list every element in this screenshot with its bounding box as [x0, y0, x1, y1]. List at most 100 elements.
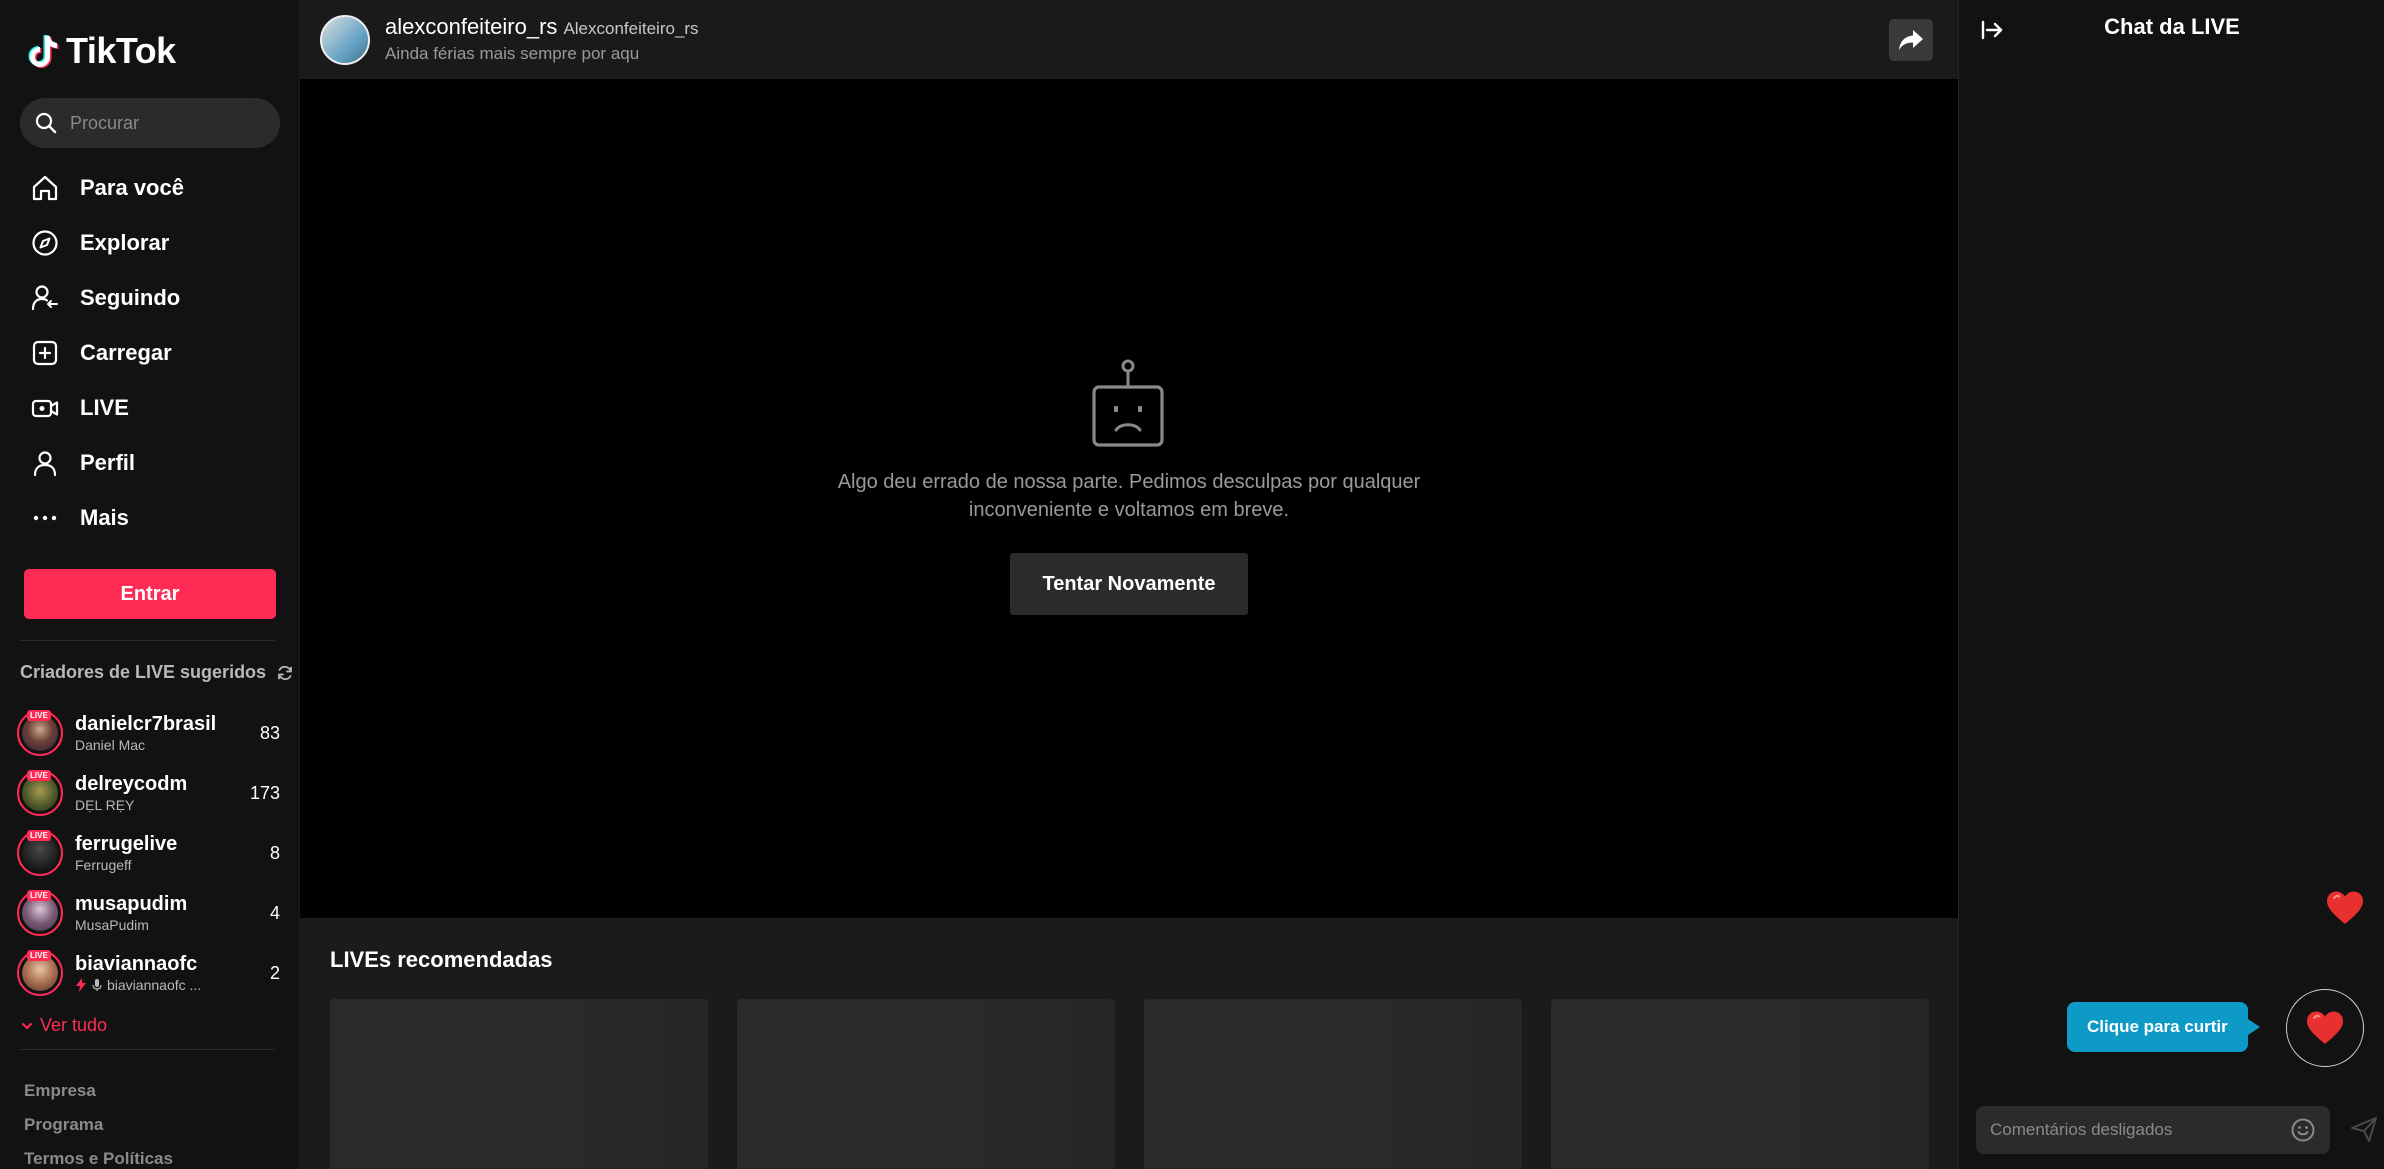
host-username: alexconfeiteiro_rs: [385, 14, 558, 39]
left-sidebar: TikTok Para você Explorar Seguindo: [0, 0, 300, 1169]
creator-item[interactable]: LIVE biaviannaofc biaviannaofc ... 2: [14, 943, 294, 1003]
host-description: Ainda férias mais sempre por aqu: [385, 44, 640, 63]
search-input[interactable]: [70, 112, 260, 134]
like-tooltip: Clique para curtir: [2067, 1002, 2260, 1052]
creator-item[interactable]: LIVE musapudim MusaPudim 4: [14, 883, 294, 943]
share-button[interactable]: [1889, 19, 1933, 61]
viewer-count: 2: [269, 963, 280, 983]
avatar: LIVE: [17, 950, 63, 996]
creator-display-name: DẸL RẸY: [75, 797, 135, 813]
live-badge: LIVE: [27, 710, 51, 721]
nav-item-label: Carregar: [80, 339, 172, 365]
search-bar[interactable]: [20, 98, 280, 148]
nav-item-label: Mais: [80, 504, 129, 530]
nav-item-label: LIVE: [80, 394, 129, 420]
sidebar-divider: [20, 1049, 275, 1050]
compass-icon: [28, 226, 62, 260]
footer-links: Empresa Programa Termos e Políticas: [24, 1074, 173, 1169]
retry-button[interactable]: Tentar Novamente: [1010, 553, 1248, 615]
suggested-creators-title: Criadores de LIVE sugeridos: [20, 662, 267, 682]
floating-heart-icon: [2327, 891, 2363, 924]
host-display-name: Alexconfeiteiro_rs: [563, 19, 699, 38]
emoji-icon[interactable]: [2290, 1117, 2316, 1143]
live-main: alexconfeiteiro_rs Alexconfeiteiro_rs Ai…: [300, 0, 1958, 1169]
recommended-title: LIVEs recomendadas: [330, 947, 553, 972]
chat-title: Chat da LIVE: [2104, 14, 2240, 39]
viewer-count: 83: [259, 723, 280, 743]
nav-item-explorar[interactable]: Explorar: [0, 215, 299, 270]
footer-link-programa[interactable]: Programa: [24, 1108, 173, 1142]
nav-item-seguindo[interactable]: Seguindo: [0, 270, 299, 325]
tiktok-logo[interactable]: TikTok: [28, 30, 176, 72]
nav-item-para-voce[interactable]: Para você: [0, 160, 299, 215]
home-icon: [28, 171, 62, 205]
logo-text: TikTok: [66, 30, 176, 71]
nav-item-label: Explorar: [80, 229, 170, 255]
recommended-card[interactable]: [1551, 999, 1929, 1169]
creator-display-name: Ferrugeff: [75, 857, 132, 873]
creator-username: delreycodm: [75, 773, 188, 795]
sad-robot-icon: [1092, 359, 1164, 447]
avatar: LIVE: [17, 710, 63, 756]
see-all-link[interactable]: Ver tudo: [20, 1015, 107, 1036]
video-player: Algo deu errado de nossa parte. Pedimos …: [300, 79, 1958, 918]
recommended-card[interactable]: [330, 999, 708, 1169]
live-badge: LIVE: [27, 830, 51, 841]
live-badge: LIVE: [27, 770, 51, 781]
live-camera-icon: [28, 391, 62, 425]
lightning-icon: [76, 978, 86, 992]
recommended-card[interactable]: [1144, 999, 1522, 1169]
heart-icon: [2307, 1011, 2343, 1044]
creator-display-name-row: biaviannaofc ...: [75, 976, 255, 994]
viewer-count: 173: [249, 783, 280, 803]
sidebar-divider: [20, 640, 275, 641]
creator-username: musapudim: [75, 893, 188, 915]
avatar: LIVE: [17, 770, 63, 816]
nav-item-carregar[interactable]: Carregar: [0, 325, 299, 380]
creator-display-name: biaviannaofc ...: [107, 977, 202, 993]
search-icon: [35, 112, 57, 134]
profile-icon: [28, 446, 62, 480]
host-name[interactable]: alexconfeiteiro_rs Alexconfeiteiro_rs: [385, 14, 699, 40]
creator-display-name: MusaPudim: [75, 917, 149, 933]
live-badge: LIVE: [27, 890, 51, 901]
comment-input[interactable]: [1990, 1120, 2270, 1140]
comment-box[interactable]: [1976, 1106, 2330, 1154]
nav-item-live[interactable]: LIVE: [0, 380, 299, 435]
live-chat-panel: Chat da LIVE Clique para curtir: [1958, 0, 2384, 1169]
see-all-label: Ver tudo: [40, 1015, 108, 1035]
login-button[interactable]: Entrar: [24, 569, 276, 619]
nav-item-label: Perfil: [80, 449, 136, 475]
collapse-arrow-icon: [1981, 20, 2003, 40]
creator-item[interactable]: LIVE ferrugelive Ferrugeff 8: [14, 823, 294, 883]
recommended-cards: [330, 999, 1929, 1169]
microphone-icon: [92, 979, 102, 991]
nav-item-label: Seguindo: [80, 284, 181, 310]
send-icon[interactable]: [2349, 1114, 2379, 1144]
share-arrow-icon: [1899, 30, 1923, 50]
error-message: Algo deu errado de nossa parte. Pedimos …: [837, 471, 1421, 521]
avatar: LIVE: [17, 890, 63, 936]
recommended-card[interactable]: [737, 999, 1115, 1169]
footer-link-empresa[interactable]: Empresa: [24, 1074, 173, 1108]
collapse-chat-button[interactable]: [1978, 16, 2006, 44]
like-button[interactable]: [2286, 989, 2364, 1067]
viewer-count: 4: [269, 903, 280, 923]
chevron-down-icon: [22, 1022, 32, 1029]
following-icon: [28, 281, 62, 315]
tiktok-note-icon: [28, 35, 59, 68]
more-dots-icon: [28, 501, 62, 535]
creator-item[interactable]: LIVE delreycodm DẸL RẸY 173: [14, 763, 294, 823]
footer-link-termos[interactable]: Termos e Políticas: [24, 1142, 173, 1169]
viewer-count: 8: [269, 843, 280, 863]
creator-username: biaviannaofc: [75, 953, 198, 975]
live-host-bar: alexconfeiteiro_rs Alexconfeiteiro_rs Ai…: [300, 0, 1958, 79]
suggested-creators-list: LIVE danielcr7brasil Daniel Mac 83 LIVE …: [14, 703, 294, 1003]
host-avatar[interactable]: [320, 15, 370, 65]
refresh-icon[interactable]: [276, 664, 294, 682]
nav-item-mais[interactable]: Mais: [0, 490, 299, 545]
creator-display-name: Daniel Mac: [75, 737, 146, 753]
creator-item[interactable]: LIVE danielcr7brasil Daniel Mac 83: [14, 703, 294, 763]
avatar: LIVE: [17, 830, 63, 876]
nav-item-perfil[interactable]: Perfil: [0, 435, 299, 490]
